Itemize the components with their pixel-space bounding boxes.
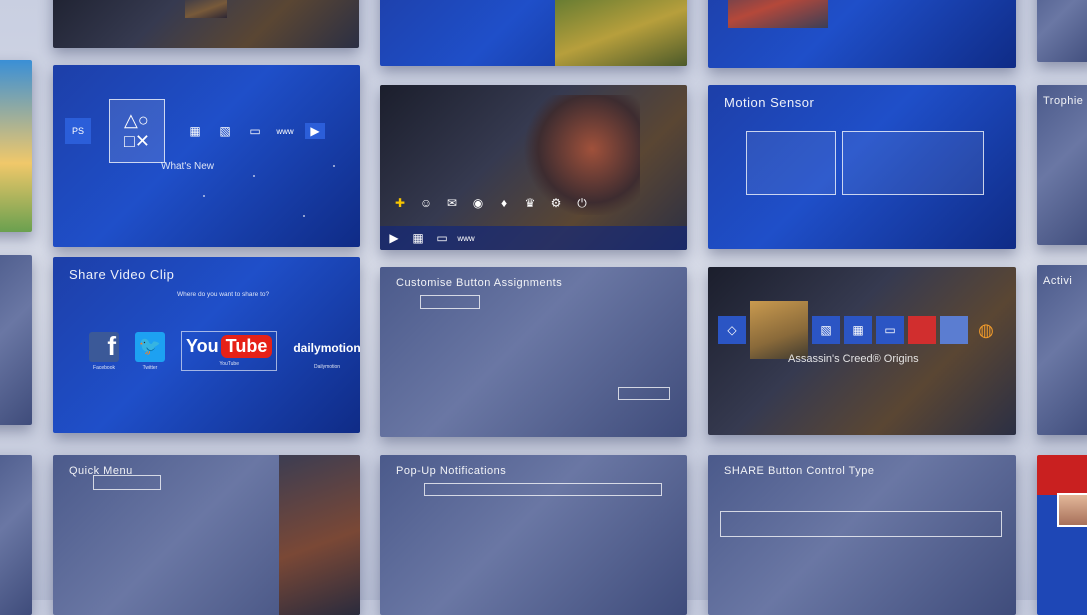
game-home-screen: ✚ ☺ ✉ ◉ ♦ ♛ ⚙ ⏻ ▶ ▦ ▭ www xyxy=(380,85,687,250)
library-icon[interactable]: ▦ xyxy=(185,123,205,139)
capture-gallery-icon[interactable]: ▧ xyxy=(215,123,235,139)
decor-dot xyxy=(303,215,305,217)
tile-top-left xyxy=(53,0,359,48)
page-title: Activi xyxy=(1043,275,1073,287)
content-bar: ▶ ▦ ▭ www xyxy=(380,226,687,250)
power-icon[interactable]: ⏻ xyxy=(572,195,592,211)
share-services: f Facebook 🐦 Twitter You Tube YouTube dai… xyxy=(89,331,360,371)
selected-option[interactable] xyxy=(720,511,1002,537)
page-title: Customise Button Assignments xyxy=(396,277,563,289)
whats-new-label: What's New xyxy=(161,161,215,172)
tv-video-icon[interactable]: ▭ xyxy=(245,123,265,139)
tv-video-icon[interactable]: ▭ xyxy=(432,230,452,246)
tile-left-edge-1 xyxy=(0,60,32,232)
ps-plus-icon[interactable]: ✚ xyxy=(390,195,410,211)
reset-button[interactable] xyxy=(618,387,670,400)
page-title: Trophie xyxy=(1043,95,1084,107)
party-icon[interactable]: ◉ xyxy=(468,195,488,211)
library-icon[interactable]: ▦ xyxy=(408,230,428,246)
game-tile[interactable] xyxy=(908,316,936,344)
game-tile[interactable] xyxy=(940,316,968,344)
settings-icon[interactable]: ⚙ xyxy=(546,195,566,211)
decor-dot xyxy=(203,195,205,197)
display-popup-row[interactable] xyxy=(424,483,662,496)
tile-top-mid xyxy=(380,0,687,66)
internet-browser-icon[interactable]: www xyxy=(456,230,476,246)
page-title: Share Video Clip xyxy=(69,267,175,282)
youtube-caption: YouTube xyxy=(219,361,239,367)
trophies-screen: Trophie xyxy=(1037,85,1087,245)
notifications-icon[interactable]: ♦ xyxy=(494,195,514,211)
selected-row[interactable] xyxy=(420,295,480,309)
dailymotion-caption: Dailymotion xyxy=(313,364,341,370)
decor-dot xyxy=(253,175,255,177)
messages-icon[interactable]: ✉ xyxy=(442,195,462,211)
facebook-caption: Facebook xyxy=(93,364,115,371)
controller-tilt-panel xyxy=(746,131,836,195)
quick-menu-screen: Quick Menu xyxy=(53,455,360,615)
facebook-logo-icon: f xyxy=(89,331,119,362)
tile-left-edge-3 xyxy=(0,455,32,615)
share-button-control-screen: SHARE Button Control Type xyxy=(708,455,1016,615)
playstation-store-icon[interactable]: ▶ xyxy=(305,123,325,139)
dailymotion-button[interactable]: dailymotion Dailymotion xyxy=(293,332,360,370)
tile-left-edge-2 xyxy=(0,255,32,425)
quick-icons: ✚ ☺ ✉ ◉ ♦ ♛ ⚙ ⏻ xyxy=(390,195,592,211)
friends-icon[interactable]: ☺ xyxy=(416,195,436,211)
capture-gallery-icon[interactable]: ▧ xyxy=(812,316,840,344)
library-icon[interactable]: ▦ xyxy=(844,316,872,344)
game-title: Assassin's Creed® Origins xyxy=(788,353,919,365)
internet-browser-icon[interactable]: www xyxy=(275,123,295,139)
profile-screen xyxy=(1037,455,1087,615)
youtube-button[interactable]: You Tube YouTube xyxy=(181,331,278,371)
store-icon[interactable]: ▶ xyxy=(384,230,404,246)
decor-dot xyxy=(333,165,335,167)
overwatch-icon[interactable]: ◍ xyxy=(972,316,1000,344)
quick-menu-selected[interactable] xyxy=(93,475,161,490)
playstation-plus-icon[interactable]: PS xyxy=(65,118,91,144)
whats-new-icon[interactable]: △○ □✕ xyxy=(109,99,165,163)
share-prompt: Where do you want to share to? xyxy=(177,291,270,298)
share-video-clip-screen: Share Video Clip Where do you want to sh… xyxy=(53,257,360,433)
page-title: SHARE Button Control Type xyxy=(724,465,875,477)
page-title: Pop-Up Notifications xyxy=(396,465,507,477)
assassins-creed-tile[interactable] xyxy=(750,301,808,359)
game-library-screen: ◇ ▧ ▦ ▭ ◍ Assassin's Creed® Origins xyxy=(708,267,1016,435)
twitter-logo-icon: 🐦 xyxy=(135,331,165,362)
game-art xyxy=(555,0,687,66)
content-tiles: ◇ ▧ ▦ ▭ ◍ xyxy=(718,301,1000,359)
home-icon-row: PS △○ □✕ ▦ ▧ ▭ www ▶ xyxy=(65,99,325,163)
youtube-logo-icon: You Tube xyxy=(186,335,273,358)
trophies-icon[interactable]: ♛ xyxy=(520,195,540,211)
ps4-home-screen: PS △○ □✕ ▦ ▧ ▭ www ▶ What's New xyxy=(53,65,360,247)
dailymotion-logo: dailymotion xyxy=(293,341,360,355)
tile-top-edge xyxy=(1037,0,1087,62)
tile-top-right xyxy=(708,0,1016,68)
facebook-button[interactable]: f Facebook xyxy=(89,331,119,371)
page-title: Motion Sensor xyxy=(724,95,815,110)
popup-notifications-screen: Pop-Up Notifications xyxy=(380,455,687,615)
game-art xyxy=(279,455,360,615)
controller-motion-panel xyxy=(842,131,984,195)
game-art xyxy=(728,0,828,28)
twitter-button[interactable]: 🐦 Twitter xyxy=(135,331,165,371)
twitter-caption: Twitter xyxy=(142,364,158,371)
motion-sensor-screen: Motion Sensor xyxy=(708,85,1016,249)
customise-button-assignments-screen: Customise Button Assignments xyxy=(380,267,687,437)
tv-video-icon[interactable]: ▭ xyxy=(876,316,904,344)
whats-new-icon[interactable]: ◇ xyxy=(718,316,746,344)
activity-screen: Activi xyxy=(1037,265,1087,435)
thumbnail-image xyxy=(185,0,227,18)
avatar xyxy=(1057,493,1087,527)
